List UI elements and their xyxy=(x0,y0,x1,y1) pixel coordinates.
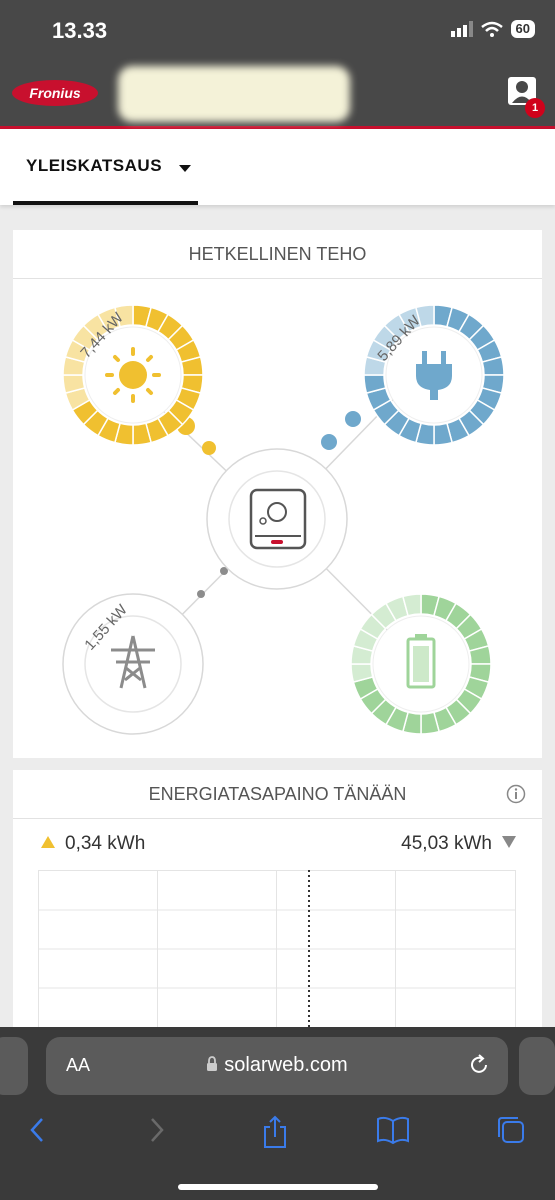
energy-consumed: 45,03 kWh xyxy=(401,833,516,855)
url-display: solarweb.com xyxy=(46,1054,508,1077)
address-bar[interactable]: AA solarweb.com xyxy=(46,1037,508,1095)
signal-icon xyxy=(450,21,473,37)
battery-indicator: 60 xyxy=(510,20,535,38)
bookmarks-icon[interactable] xyxy=(376,1115,410,1145)
pv-flow-dot xyxy=(202,441,216,455)
inverter-node[interactable] xyxy=(206,448,348,590)
battery-icon xyxy=(406,634,436,689)
energy-produced: 0,34 kWh xyxy=(41,833,145,855)
wifi-icon xyxy=(480,21,503,37)
battery-node[interactable] xyxy=(350,593,492,735)
load-flow-dot xyxy=(321,434,337,450)
back-icon[interactable] xyxy=(26,1115,48,1145)
share-icon[interactable] xyxy=(260,1115,290,1149)
power-flow-title: HETKELLINEN TEHO xyxy=(13,230,542,279)
browser-toolbar: AA solarweb.com xyxy=(0,1027,555,1200)
chart-gridlines xyxy=(38,870,516,1027)
fronius-logo[interactable]: Fronius xyxy=(12,80,98,106)
browser-bottom-bar xyxy=(0,1107,555,1177)
grid-node[interactable]: 1,55 kW xyxy=(62,593,204,735)
arrow-down-icon xyxy=(502,836,516,848)
reload-icon[interactable] xyxy=(468,1053,490,1077)
status-icons: 60 xyxy=(450,20,535,38)
pv-node[interactable]: 7,44 kW xyxy=(62,304,204,446)
url-text: solarweb.com xyxy=(224,1054,348,1076)
lock-icon xyxy=(207,1056,218,1071)
notification-badge: 1 xyxy=(525,98,545,118)
previous-tab-pill[interactable] xyxy=(0,1037,28,1095)
status-time: 13.33 xyxy=(52,18,108,43)
load-flow-dot xyxy=(345,411,361,427)
grid-flow-dot xyxy=(197,590,205,598)
power-flow-card: HETKELLINEN TEHO 7,44 kW 5,89 kW 1,55 kW xyxy=(13,230,542,758)
status-bar: 13.33 60 xyxy=(0,0,555,60)
energy-produced-value: 0,34 kWh xyxy=(65,833,146,854)
load-node[interactable]: 5,89 kW xyxy=(363,304,505,446)
arrow-up-icon xyxy=(41,836,55,848)
inverter-icon xyxy=(249,488,307,550)
tab-bar: YLEISKATSAUS xyxy=(0,129,555,205)
energy-chart[interactable] xyxy=(38,870,516,1027)
app-header: Fronius 1 xyxy=(0,60,555,129)
forward-icon[interactable] xyxy=(146,1115,168,1145)
chevron-down-icon xyxy=(179,165,191,172)
power-flow-diagram[interactable]: 7,44 kW 5,89 kW 1,55 kW xyxy=(13,278,542,756)
home-indicator xyxy=(178,1184,378,1190)
tab-overview[interactable]: YLEISKATSAUS xyxy=(13,129,198,205)
energy-consumed-value: 45,03 kWh xyxy=(401,833,492,854)
energy-balance-card: ENERGIATASAPAINO TÄNÄÄN 0,34 kWh 45,03 k… xyxy=(13,770,542,1027)
energy-balance-title: ENERGIATASAPAINO TÄNÄÄN xyxy=(13,770,542,819)
info-icon[interactable] xyxy=(506,784,526,804)
tab-overview-label: YLEISKATSAUS xyxy=(26,156,163,175)
tabs-icon[interactable] xyxy=(496,1115,526,1145)
next-tab-pill[interactable] xyxy=(519,1037,555,1095)
user-account-button[interactable]: 1 xyxy=(507,76,545,118)
site-name-redacted xyxy=(118,66,350,122)
